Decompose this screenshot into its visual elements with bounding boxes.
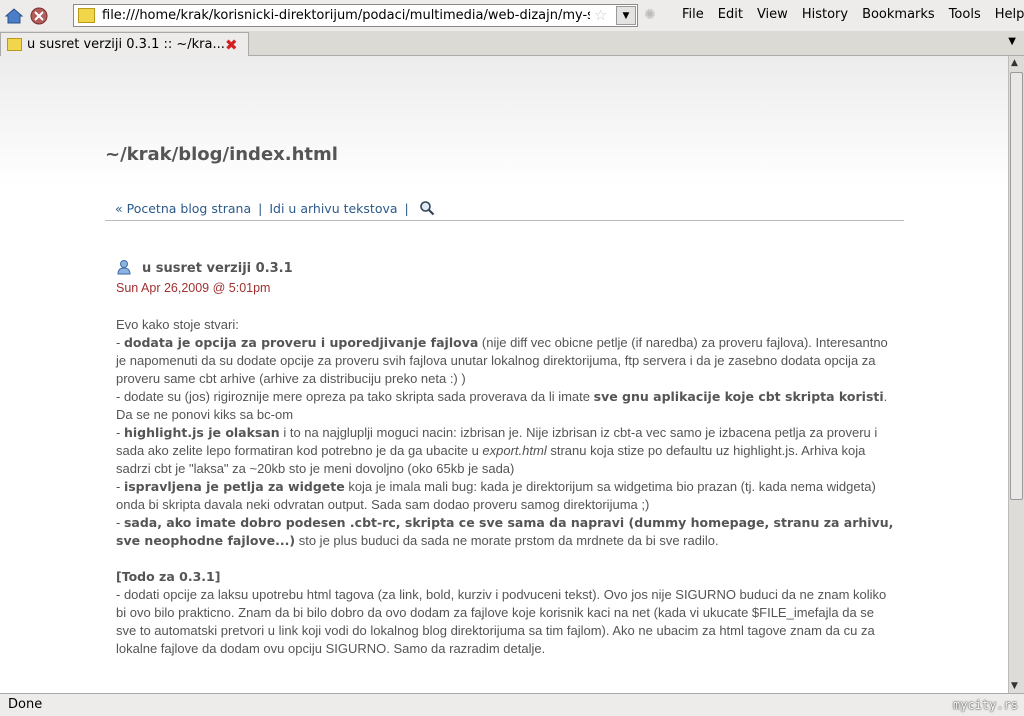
text-segment: - [116, 515, 124, 530]
tab-bar: u susret verziji 0.3.1 :: ~/kra... ✖ ▼ [0, 31, 1024, 56]
text-segment: highlight.js je olaksan [123, 425, 280, 440]
tab-active[interactable]: u susret verziji 0.3.1 :: ~/kra... ✖ [0, 32, 249, 56]
text-segment: - [116, 335, 124, 350]
text-segment: - [116, 425, 124, 440]
menu-history[interactable]: History [802, 7, 848, 22]
stop-icon[interactable] [29, 6, 49, 26]
post-paragraph: [Todo za 0.3.1] - dodati opcije za laksu … [116, 568, 896, 658]
text-segment: Evo kako stoje stvari: [116, 317, 239, 332]
menu-edit[interactable]: Edit [718, 7, 743, 22]
text-segment: export.html [482, 443, 547, 458]
separator: | [404, 200, 409, 216]
menu-bar: File Edit View History Bookmarks Tools H… [682, 7, 1024, 22]
text-segment: sve gnu aplikacije koje cbt skripta kori… [593, 389, 884, 404]
menu-file[interactable]: File [682, 7, 704, 22]
blog-nav: « Pocetna blog strana | Idi u arhivu tek… [115, 200, 435, 216]
navigation-toolbar: file:///home/krak/korisnicki-direktoriju… [0, 0, 1024, 31]
menu-help[interactable]: Help [995, 7, 1024, 22]
text-segment: [Todo za 0.3.1] [116, 569, 221, 584]
text-segment: - dodati opcije za laksu upotrebu html t… [116, 587, 887, 656]
post-body: Evo kako stoje stvari: - dodata je opcija… [116, 316, 896, 676]
close-tab-icon[interactable]: ✖ [225, 36, 238, 54]
tab-favicon [7, 38, 22, 51]
menu-view[interactable]: View [757, 7, 788, 22]
search-icon[interactable] [419, 200, 435, 216]
url-input[interactable]: file:///home/krak/korisnicki-direktoriju… [102, 8, 590, 23]
blog-title: ~/krak/blog/index.html [105, 144, 338, 165]
home-icon[interactable] [4, 6, 24, 26]
user-icon [117, 260, 131, 275]
scrollbar-thumb[interactable] [1010, 72, 1023, 500]
status-bar: Done mycity.rs [0, 693, 1024, 716]
vertical-scrollbar[interactable]: ▲ ▼ [1008, 56, 1024, 693]
scroll-up-icon[interactable]: ▲ [1011, 58, 1018, 68]
status-text: Done [8, 697, 43, 712]
watermark: mycity.rs [952, 698, 1018, 712]
tab-title: u susret verziji 0.3.1 :: ~/kra... [27, 37, 225, 52]
text-segment: dodata je opcija za proveru i uporedjiva… [123, 335, 479, 350]
text-segment: - dodate su (jos) rigiroznije mere oprez… [116, 389, 594, 404]
text-segment: sto je plus buduci da sada ne morate prs… [295, 533, 719, 548]
post-date: Sun Apr 26,2009 @ 5:01pm [116, 281, 271, 295]
menu-bookmarks[interactable]: Bookmarks [862, 7, 935, 22]
divider [105, 220, 904, 221]
throbber-icon: ✺ [644, 7, 656, 23]
post-title: u susret verziji 0.3.1 [142, 261, 293, 276]
tab-list-dropdown-icon[interactable]: ▼ [1008, 36, 1016, 47]
page-content: ~/krak/blog/index.html « Pocetna blog st… [0, 56, 1008, 693]
post-paragraph: Evo kako stoje stvari: - dodata je opcija… [116, 316, 896, 550]
menu-tools[interactable]: Tools [949, 7, 981, 22]
text-segment: ispravljena je petlja za widgete [123, 479, 345, 494]
archive-link[interactable]: Idi u arhivu tekstova [269, 201, 397, 216]
url-dropdown-button[interactable]: ▼ [616, 6, 636, 25]
url-bar[interactable]: file:///home/krak/korisnicki-direktoriju… [73, 4, 638, 27]
scroll-down-icon[interactable]: ▼ [1011, 681, 1018, 691]
page-favicon [78, 8, 95, 23]
text-segment: - [116, 479, 124, 494]
bookmark-star-icon[interactable]: ☆ [594, 6, 607, 24]
home-link[interactable]: « Pocetna blog strana [115, 201, 251, 216]
separator: | [258, 200, 263, 216]
